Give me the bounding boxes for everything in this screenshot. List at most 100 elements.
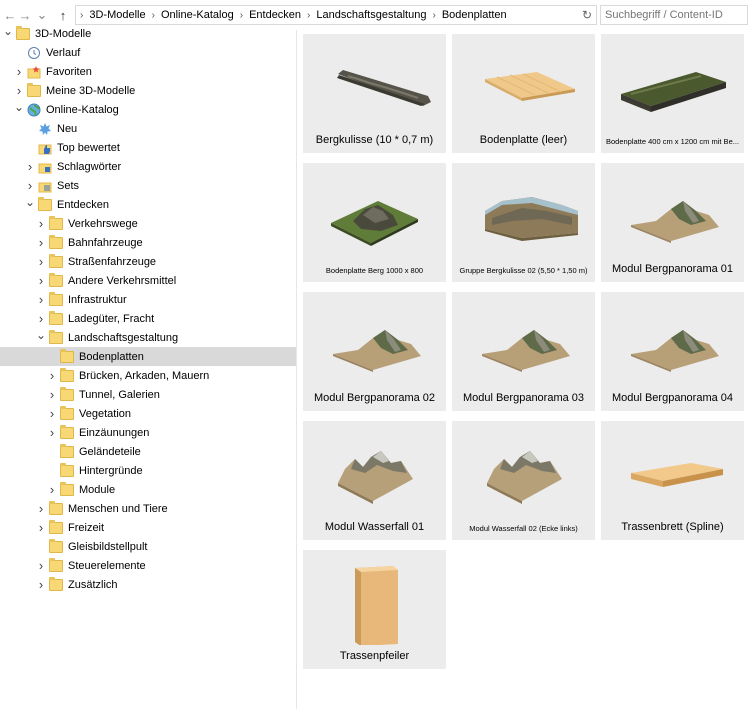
tree-item-label: Zusätzlich	[68, 578, 118, 591]
model-label: Bodenplatte 400 cm x 1200 cm mit Be...	[606, 137, 739, 146]
tree-item[interactable]: › Menschen und Tiere	[0, 499, 296, 518]
chevron-down-icon[interactable]: ⌄	[3, 24, 13, 40]
chevron-right-icon[interactable]: ›	[36, 214, 46, 233]
tree-item[interactable]: › Module	[0, 480, 296, 499]
tree-item[interactable]: Verlauf	[0, 43, 296, 62]
model-tile[interactable]: Trassenbrett (Spline)	[601, 421, 744, 540]
tree-item[interactable]: › Meine 3D-Modelle	[0, 81, 296, 100]
chevron-right-icon[interactable]: ›	[36, 518, 46, 537]
tree-item-label: Top bewertet	[57, 141, 120, 154]
chevron-right-icon[interactable]: ›	[47, 366, 57, 385]
model-tile[interactable]: Modul Bergpanorama 01	[601, 163, 744, 282]
model-label: Gruppe Bergkulisse 02 (5,50 * 1,50 m)	[459, 266, 588, 275]
tree-item[interactable]: Neu	[0, 119, 296, 138]
chevron-right-icon[interactable]: ›	[36, 499, 46, 518]
model-tile[interactable]: Bodenplatte (leer)	[452, 34, 595, 153]
tree-item[interactable]: ⌄ Entdecken	[0, 195, 296, 214]
up-arrow-icon[interactable]: ↑	[55, 6, 71, 24]
tree-item[interactable]: Hintergründe	[0, 461, 296, 480]
breadcrumb-item[interactable]: Online-Katalog	[159, 9, 236, 21]
tree-item[interactable]: › Verkehrswege	[0, 214, 296, 233]
model-tile[interactable]: Modul Bergpanorama 04	[601, 292, 744, 411]
folder-icon	[49, 253, 63, 268]
pane-divider[interactable]	[296, 30, 297, 709]
chevron-right-icon[interactable]: ›	[36, 575, 46, 594]
model-tile[interactable]: Gruppe Bergkulisse 02 (5,50 * 1,50 m)	[452, 163, 595, 282]
model-label: Modul Bergpanorama 04	[611, 392, 734, 404]
model-label: Modul Bergpanorama 02	[313, 392, 436, 404]
tree-item[interactable]: › Tunnel, Galerien	[0, 385, 296, 404]
folder-icon	[60, 386, 74, 401]
model-label: Bergkulisse (10 * 0,7 m)	[315, 134, 434, 146]
tree-item[interactable]: › Straßenfahrzeuge	[0, 252, 296, 271]
tree-item[interactable]: › Bahnfahrzeuge	[0, 233, 296, 252]
model-tile[interactable]: Modul Wasserfall 02 (Ecke links)	[452, 421, 595, 540]
model-tile[interactable]: Modul Wasserfall 01	[303, 421, 446, 540]
history-icon	[27, 46, 41, 60]
breadcrumb-chevron-icon: ›	[80, 9, 84, 21]
tree-item[interactable]: › Vegetation	[0, 404, 296, 423]
tree-item[interactable]: › Favoriten	[0, 62, 296, 81]
chevron-right-icon[interactable]: ›	[25, 157, 35, 176]
folder-icon	[60, 405, 74, 420]
model-tile[interactable]: Modul Bergpanorama 02	[303, 292, 446, 411]
chevron-right-icon[interactable]: ›	[36, 233, 46, 252]
breadcrumb-item[interactable]: Landschaftsgestaltung	[314, 9, 428, 21]
breadcrumb-item[interactable]: 3D-Modelle	[87, 9, 147, 21]
chevron-down-icon[interactable]: ⌄	[25, 192, 35, 211]
chevron-down-icon[interactable]: ⌄	[14, 97, 24, 116]
model-tile[interactable]: Bergkulisse (10 * 0,7 m)	[303, 34, 446, 153]
forward-arrow-icon[interactable]: →	[17, 6, 33, 24]
address-bar[interactable]: › 3D-Modelle › Online-Katalog › Entdecke…	[75, 5, 597, 25]
breadcrumb-chevron-icon: ›	[307, 9, 311, 21]
model-tile[interactable]: Trassenpfeiler	[303, 550, 446, 669]
tree-item[interactable]: › Brücken, Arkaden, Mauern	[0, 366, 296, 385]
tree-item[interactable]: › Infrastruktur	[0, 290, 296, 309]
tree-item-label: Geländeteile	[79, 445, 141, 458]
chevron-right-icon[interactable]: ›	[36, 556, 46, 575]
chevron-right-icon[interactable]: ›	[36, 290, 46, 309]
tree-item[interactable]: › Andere Verkehrsmittel	[0, 271, 296, 290]
chevron-right-icon[interactable]: ›	[47, 423, 57, 442]
tree-item[interactable]: › Freizeit	[0, 518, 296, 537]
chevron-right-icon[interactable]: ›	[14, 62, 24, 81]
tree-item[interactable]: Top bewertet	[0, 138, 296, 157]
back-arrow-icon[interactable]: ←	[2, 6, 18, 24]
tree-item[interactable]: › Schlagwörter	[0, 157, 296, 176]
refresh-icon[interactable]: ↻	[582, 8, 592, 22]
tree-item[interactable]: ⌄ Online-Katalog	[0, 100, 296, 119]
tree-item-label: Verlauf	[46, 46, 81, 59]
tree-item[interactable]: Geländeteile	[0, 442, 296, 461]
tree-item[interactable]: Bodenplatten	[0, 347, 296, 366]
tree-item[interactable]: › Sets	[0, 176, 296, 195]
tree-item-label: Steuerelemente	[68, 559, 146, 572]
tree-item[interactable]: › Steuerelemente	[0, 556, 296, 575]
breadcrumb-item[interactable]: Entdecken	[247, 9, 303, 21]
tree-item-label: Sets	[57, 179, 80, 192]
tree-item[interactable]: › Zusätzlich	[0, 575, 296, 594]
model-label: Modul Bergpanorama 01	[611, 263, 734, 275]
tree-item-label: Ladegüter, Fracht	[68, 312, 155, 325]
tree-item-label: Hintergründe	[79, 464, 143, 477]
search-input[interactable]	[600, 5, 748, 25]
tree-item[interactable]: Gleisbildstellpult	[0, 537, 296, 556]
breadcrumb-item[interactable]: Bodenplatten	[440, 9, 509, 21]
folder-icon	[49, 538, 63, 553]
chevron-right-icon[interactable]: ›	[47, 480, 57, 499]
model-tile[interactable]: Modul Bergpanorama 03	[452, 292, 595, 411]
tree-item[interactable]: › Einzäunungen	[0, 423, 296, 442]
chevron-right-icon[interactable]: ›	[36, 252, 46, 271]
tree-item[interactable]: ⌄ 3D-Modelle	[0, 24, 296, 43]
history-dropdown-icon[interactable]: ⌄	[34, 6, 50, 24]
model-tile[interactable]: Bodenplatte Berg 1000 x 800	[303, 163, 446, 282]
chevron-right-icon[interactable]: ›	[47, 385, 57, 404]
tree-item[interactable]: ⌄ Landschaftsgestaltung	[0, 328, 296, 347]
model-tile[interactable]: Bodenplatte 400 cm x 1200 cm mit Be...	[601, 34, 744, 153]
breadcrumb-chevron-icon: ›	[151, 9, 155, 21]
chevron-right-icon[interactable]: ›	[47, 404, 57, 423]
chevron-down-icon[interactable]: ⌄	[36, 325, 46, 344]
chevron-right-icon[interactable]: ›	[36, 271, 46, 290]
